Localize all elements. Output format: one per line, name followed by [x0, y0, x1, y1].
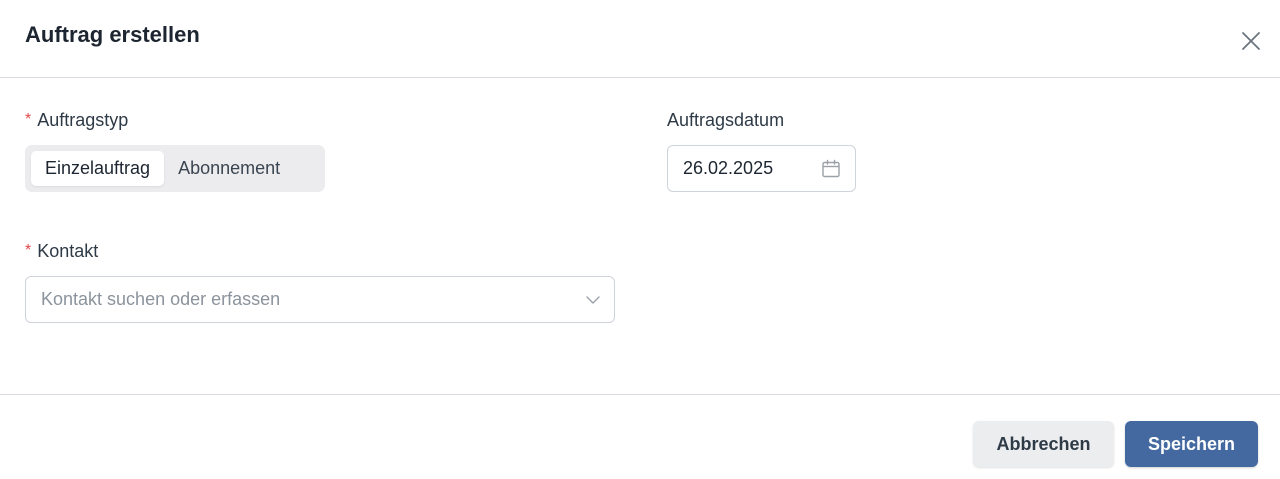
segment-einzelauftrag[interactable]: Einzelauftrag	[31, 151, 165, 186]
contact-search-select[interactable]: Kontakt suchen oder erfassen	[25, 276, 615, 323]
required-marker: *	[25, 111, 32, 128]
order-type-label-text: Auftragstyp	[37, 110, 129, 130]
order-type-segmented-control: Einzelauftrag Abonnement	[25, 145, 325, 192]
dialog-header: Auftrag erstellen	[0, 0, 1280, 78]
chevron-down-icon	[586, 296, 600, 304]
order-date-value: 26.02.2025	[683, 158, 774, 178]
order-date-label: Auftragsdatum	[667, 110, 785, 130]
cancel-button[interactable]: Abbrechen	[973, 421, 1114, 467]
required-marker: *	[25, 242, 32, 259]
save-button[interactable]: Speichern	[1125, 421, 1258, 467]
order-type-label: * Auftragstyp	[25, 110, 128, 131]
contact-placeholder: Kontakt suchen oder erfassen	[41, 289, 281, 309]
close-icon	[1242, 32, 1260, 50]
dialog-title: Auftrag erstellen	[25, 22, 200, 47]
close-button[interactable]	[1238, 28, 1264, 54]
footer-divider	[0, 394, 1280, 395]
segment-abonnement[interactable]: Abonnement	[164, 151, 294, 186]
contact-label-text: Kontakt	[37, 241, 99, 261]
create-order-dialog: Auftrag erstellen * Auftragstyp Einzelauf…	[0, 0, 1280, 479]
contact-label: * Kontakt	[25, 241, 98, 262]
calendar-icon[interactable]	[821, 159, 841, 179]
order-date-field[interactable]: 26.02.2025	[667, 145, 856, 192]
